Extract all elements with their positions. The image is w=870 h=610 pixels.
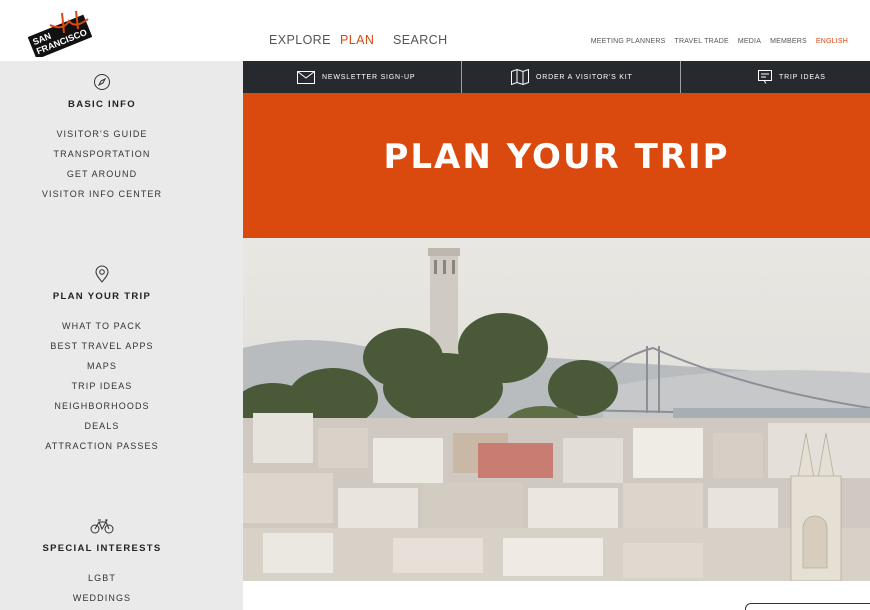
sidebar-section-title: BASIC INFO [68, 99, 136, 110]
util-members[interactable]: MEMBERS [770, 38, 807, 45]
newsletter-signup-button[interactable]: NEWSLETTER SIGN-UP [243, 61, 462, 93]
utility-nav: MEETING PLANNERS TRAVEL TRADE MEDIA MEMB… [591, 38, 848, 45]
sidebar-item-maps[interactable]: MAPS [0, 360, 204, 380]
nav-search[interactable]: SEARCH [393, 33, 448, 47]
sidebar-section-special-interests: SPECIAL INTERESTS LGBT WEDDINGS [0, 517, 204, 610]
sidebar-item-what-to-pack[interactable]: WHAT TO PACK [0, 320, 204, 340]
sidebar-section-title: SPECIAL INTERESTS [42, 543, 162, 554]
sidebar-item-weddings[interactable]: WEDDINGS [0, 592, 204, 610]
action-label: TRIP IDEAS [779, 73, 826, 81]
order-visitors-kit-button[interactable]: ORDER A VISITOR'S KIT [462, 61, 681, 93]
trip-ideas-button[interactable]: TRIP IDEAS [681, 61, 870, 93]
sidebar-item-best-travel-apps[interactable]: BEST TRAVEL APPS [0, 340, 204, 360]
sidebar-item-visitors-guide[interactable]: VISITOR'S GUIDE [0, 128, 204, 148]
sidebar-list: LGBT WEDDINGS [0, 572, 204, 610]
util-meeting-planners[interactable]: MEETING PLANNERS [591, 38, 666, 45]
sidebar-item-trip-ideas[interactable]: TRIP IDEAS [0, 380, 204, 400]
sidebar-item-neighborhoods[interactable]: NEIGHBORHOODS [0, 400, 204, 420]
bicycle-icon [90, 519, 114, 534]
language-selector[interactable]: ENGLISH [816, 38, 848, 45]
util-travel-trade[interactable]: TRAVEL TRADE [674, 38, 728, 45]
sidebar-item-transportation[interactable]: TRANSPORTATION [0, 148, 204, 168]
action-bar: NEWSLETTER SIGN-UP ORDER A VISITOR'S KIT… [243, 61, 870, 93]
nav-plan[interactable]: PLAN [340, 33, 374, 47]
hero-image [243, 238, 870, 581]
sidebar-section-basic-info: BASIC INFO VISITOR'S GUIDE TRANSPORTATIO… [0, 73, 204, 208]
sidebar-list: WHAT TO PACK BEST TRAVEL APPS MAPS TRIP … [0, 320, 204, 460]
sidebar: BASIC INFO VISITOR'S GUIDE TRANSPORTATIO… [0, 61, 243, 610]
action-label: NEWSLETTER SIGN-UP [322, 73, 416, 81]
sidebar-item-deals[interactable]: DEALS [0, 420, 204, 440]
sidebar-item-visitor-info-center[interactable]: VISITOR INFO CENTER [0, 188, 204, 208]
site-header: SAN FRANCISCO EXPLORE PLAN SEARCH MEETIN… [0, 0, 870, 61]
util-media[interactable]: MEDIA [738, 38, 761, 45]
action-label: ORDER A VISITOR'S KIT [536, 73, 633, 81]
page-title: PLAN YOUR TRIP [383, 137, 730, 177]
map-icon [511, 69, 529, 85]
sidebar-item-lgbt[interactable]: LGBT [0, 572, 204, 592]
sidebar-section-title: PLAN YOUR TRIP [52, 291, 152, 302]
map-pin-icon [95, 265, 109, 283]
overlay-button-edge[interactable] [745, 603, 870, 610]
sidebar-item-attraction-passes[interactable]: ATTRACTION PASSES [0, 440, 204, 460]
nav-explore[interactable]: EXPLORE [269, 33, 331, 47]
sidebar-item-get-around[interactable]: GET AROUND [0, 168, 204, 188]
sidebar-section-plan-your-trip: PLAN YOUR TRIP WHAT TO PACK BEST TRAVEL … [0, 265, 204, 460]
envelope-icon [297, 70, 315, 84]
san-francisco-logo[interactable]: SAN FRANCISCO [28, 11, 92, 57]
compass-icon [94, 74, 110, 90]
sidebar-list: VISITOR'S GUIDE TRANSPORTATION GET AROUN… [0, 128, 204, 208]
trip-ideas-icon [758, 70, 772, 84]
page-banner: PLAN YOUR TRIP [243, 93, 870, 238]
